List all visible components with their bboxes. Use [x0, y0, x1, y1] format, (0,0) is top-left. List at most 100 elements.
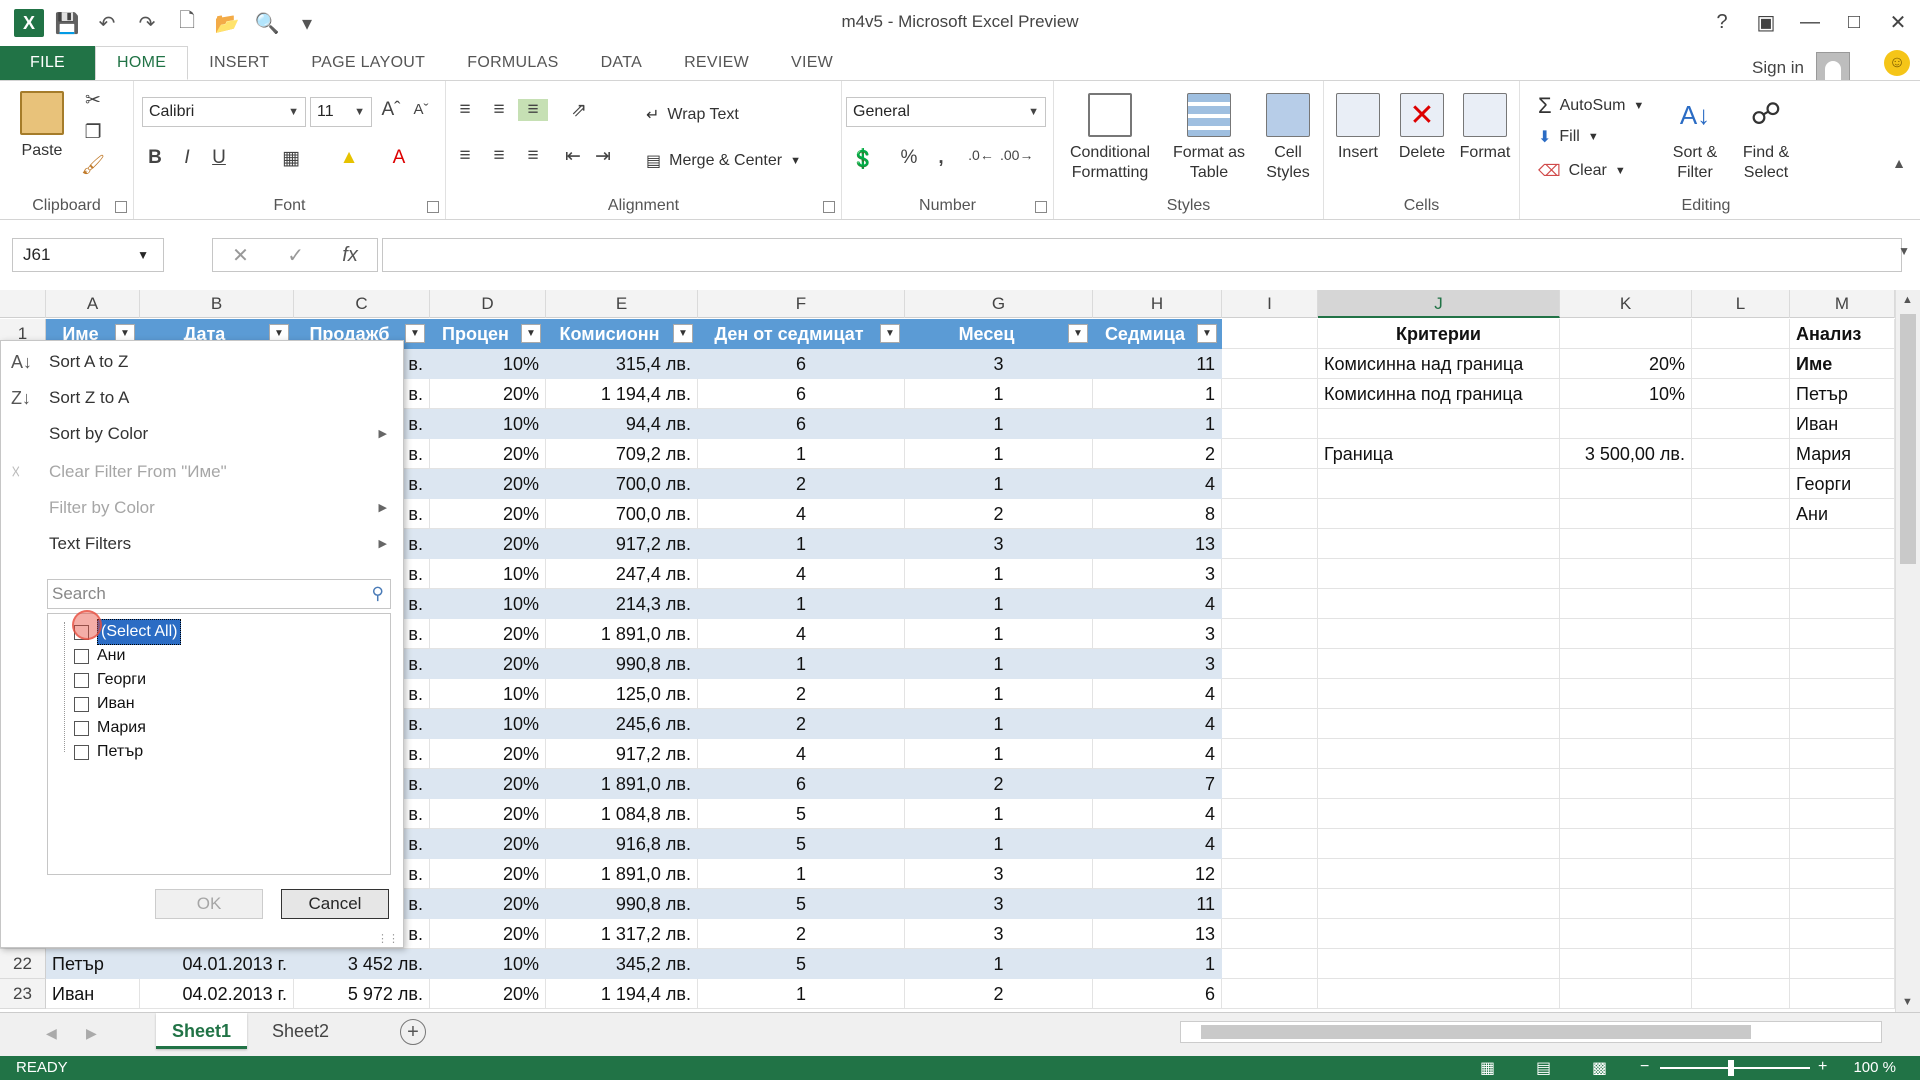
- week-cell[interactable]: 7: [1093, 769, 1222, 799]
- weekday-cell[interactable]: 2: [698, 709, 905, 739]
- percent-cell[interactable]: 20%: [430, 889, 546, 919]
- cell[interactable]: [1318, 739, 1560, 769]
- text-filters-item[interactable]: Text Filters ▶: [1, 527, 401, 561]
- table-header-cell[interactable]: Процен ▼: [430, 319, 546, 349]
- table-header-cell[interactable]: Седмица ▼: [1093, 319, 1222, 349]
- commission-cell[interactable]: 245,6 лв.: [546, 709, 698, 739]
- week-cell[interactable]: 12: [1093, 859, 1222, 889]
- scroll-down-icon[interactable]: ▼: [1902, 996, 1913, 1008]
- clear-button[interactable]: ⌫ Clear ▼: [1538, 161, 1626, 181]
- week-cell[interactable]: 1: [1093, 949, 1222, 979]
- clipboard-launcher-icon[interactable]: [115, 201, 127, 213]
- cell[interactable]: [1790, 889, 1895, 919]
- table-header-cell[interactable]: Месец ▼: [905, 319, 1093, 349]
- cell[interactable]: [1560, 859, 1692, 889]
- month-cell[interactable]: 1: [905, 649, 1093, 679]
- filter-ok-button[interactable]: OK: [155, 889, 263, 919]
- cell[interactable]: [1790, 679, 1895, 709]
- cell[interactable]: [1222, 919, 1318, 949]
- week-cell[interactable]: 4: [1093, 589, 1222, 619]
- weekday-cell[interactable]: 1: [698, 649, 905, 679]
- filter-cancel-button[interactable]: Cancel: [281, 889, 389, 919]
- percent-cell[interactable]: 20%: [430, 739, 546, 769]
- month-cell[interactable]: 1: [905, 679, 1093, 709]
- percent-cell[interactable]: 10%: [430, 949, 546, 979]
- commission-cell[interactable]: 916,8 лв.: [546, 829, 698, 859]
- commission-cell[interactable]: 990,8 лв.: [546, 649, 698, 679]
- weekday-cell[interactable]: 1: [698, 589, 905, 619]
- zoom-slider[interactable]: [1660, 1067, 1810, 1069]
- weekday-cell[interactable]: 5: [698, 829, 905, 859]
- cell[interactable]: [1560, 829, 1692, 859]
- cell[interactable]: [1692, 409, 1790, 439]
- filter-list-item[interactable]: Петър: [74, 740, 143, 764]
- cell[interactable]: [1560, 619, 1692, 649]
- filter-list-item[interactable]: Георги: [74, 668, 146, 692]
- sort-a-to-z-item[interactable]: A↓ Sort A to Z: [1, 345, 401, 379]
- name-cell[interactable]: Иван: [46, 979, 140, 1009]
- cell[interactable]: [1222, 679, 1318, 709]
- week-cell[interactable]: 4: [1093, 709, 1222, 739]
- analysis-cell[interactable]: Име: [1790, 349, 1895, 379]
- month-cell[interactable]: 2: [905, 769, 1093, 799]
- format-painter-icon[interactable]: 🖌: [78, 153, 108, 177]
- cell[interactable]: [1222, 829, 1318, 859]
- find-select-button[interactable]: ☍ Find & Select: [1732, 93, 1800, 183]
- percent-style-button[interactable]: %: [894, 147, 924, 169]
- formula-input[interactable]: [382, 238, 1902, 272]
- filter-dropdown-icon[interactable]: ▼: [1068, 324, 1088, 343]
- cell[interactable]: [1560, 769, 1692, 799]
- date-cell[interactable]: 04.02.2013 г.: [140, 979, 294, 1009]
- commission-cell[interactable]: 315,4 лв.: [546, 349, 698, 379]
- cell[interactable]: [1222, 529, 1318, 559]
- cell[interactable]: [1318, 949, 1560, 979]
- percent-cell[interactable]: 20%: [430, 769, 546, 799]
- insert-cells-button[interactable]: Insert: [1328, 93, 1388, 163]
- tab-page-layout[interactable]: PAGE LAYOUT: [290, 46, 446, 80]
- percent-cell[interactable]: 20%: [430, 829, 546, 859]
- cell[interactable]: [1790, 769, 1895, 799]
- increase-font-icon[interactable]: Aˆ: [376, 99, 406, 121]
- column-header-c[interactable]: C: [294, 290, 430, 318]
- criteria-cell[interactable]: Критерии: [1318, 319, 1560, 349]
- weekday-cell[interactable]: 6: [698, 769, 905, 799]
- bold-button[interactable]: B: [140, 147, 170, 169]
- tab-review[interactable]: REVIEW: [663, 46, 770, 80]
- name-box-dropdown-icon[interactable]: ▼: [137, 248, 149, 262]
- column-header-b[interactable]: B: [140, 290, 294, 318]
- zoom-in-icon[interactable]: +: [1818, 1058, 1827, 1076]
- cell[interactable]: [1560, 709, 1692, 739]
- cell[interactable]: [1560, 649, 1692, 679]
- italic-button[interactable]: I: [172, 147, 202, 169]
- tab-file[interactable]: FILE: [0, 46, 95, 80]
- wrap-text-button[interactable]: ↵ Wrap Text: [646, 105, 739, 125]
- percent-cell[interactable]: 20%: [430, 469, 546, 499]
- insert-function-button[interactable]: fx: [342, 244, 358, 267]
- commission-cell[interactable]: 700,0 лв.: [546, 469, 698, 499]
- percent-cell[interactable]: 20%: [430, 859, 546, 889]
- cell[interactable]: [1692, 979, 1790, 1009]
- cell[interactable]: [1222, 319, 1318, 349]
- autosum-button[interactable]: Σ AutoSum ▼: [1538, 93, 1644, 119]
- percent-cell[interactable]: 10%: [430, 349, 546, 379]
- commission-cell[interactable]: 917,2 лв.: [546, 529, 698, 559]
- underline-button[interactable]: U: [204, 147, 234, 169]
- sales-cell[interactable]: 5 972 лв.: [294, 979, 430, 1009]
- percent-cell[interactable]: 10%: [430, 709, 546, 739]
- commission-cell[interactable]: 247,4 лв.: [546, 559, 698, 589]
- week-cell[interactable]: 4: [1093, 679, 1222, 709]
- cell[interactable]: [1692, 559, 1790, 589]
- tab-view[interactable]: VIEW: [770, 46, 854, 80]
- sheet-tab-sheet1[interactable]: Sheet1: [156, 1013, 248, 1049]
- analysis-cell[interactable]: Иван: [1790, 409, 1895, 439]
- cell[interactable]: [1790, 529, 1895, 559]
- sheet-tab-sheet2[interactable]: Sheet2: [256, 1013, 345, 1049]
- cell[interactable]: [1560, 739, 1692, 769]
- month-cell[interactable]: 3: [905, 889, 1093, 919]
- commission-cell[interactable]: 94,4 лв.: [546, 409, 698, 439]
- cell[interactable]: [1790, 709, 1895, 739]
- cell[interactable]: [1318, 649, 1560, 679]
- criteria-cell[interactable]: Комисинна под граница: [1318, 379, 1560, 409]
- month-cell[interactable]: 3: [905, 859, 1093, 889]
- month-cell[interactable]: 1: [905, 949, 1093, 979]
